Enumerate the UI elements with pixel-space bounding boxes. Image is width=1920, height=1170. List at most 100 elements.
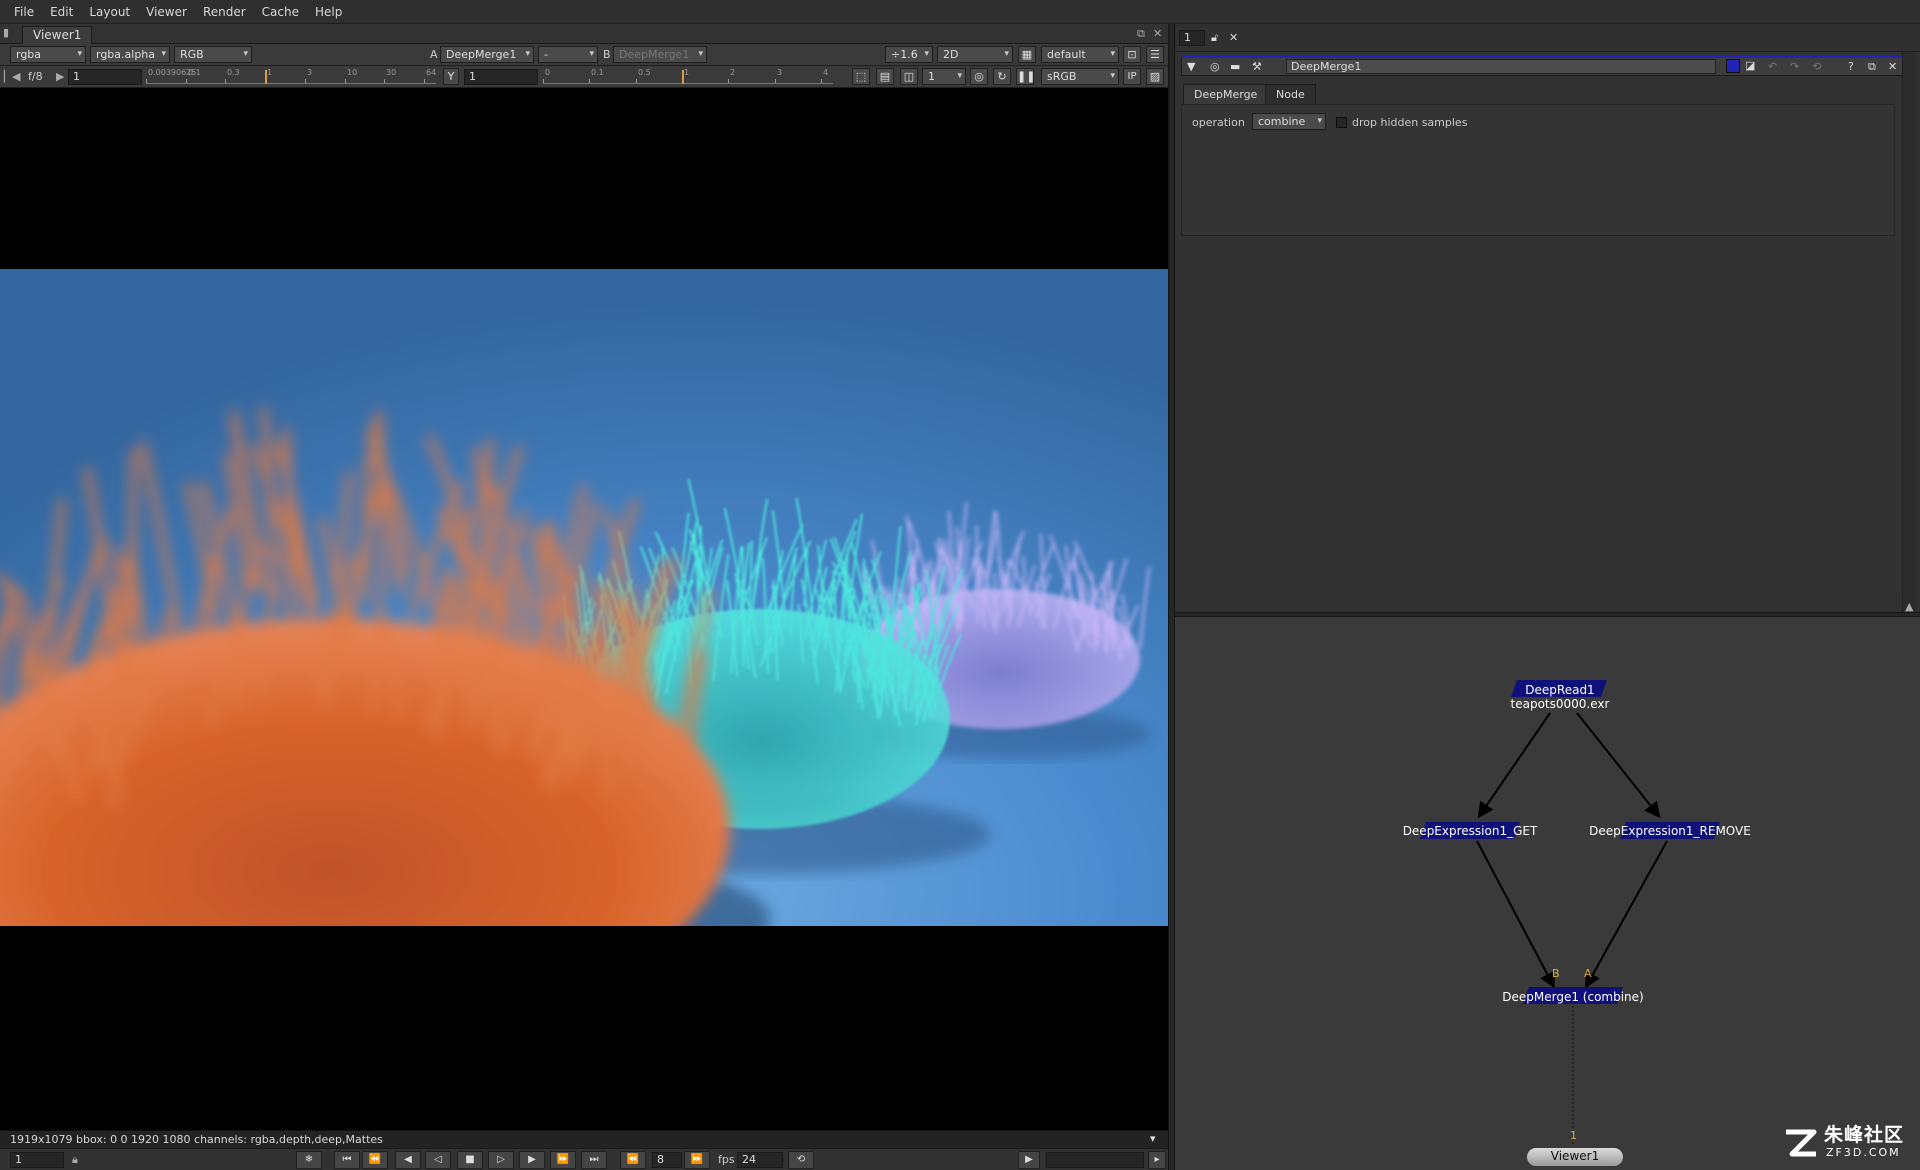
loop-mode-icon[interactable]: ⟲ [788, 1151, 814, 1169]
fps-input[interactable]: 24 [737, 1152, 783, 1168]
tab-viewer1[interactable]: Viewer1 [22, 26, 93, 44]
tab-node[interactable]: Node [1265, 84, 1316, 104]
frame-increment-input[interactable]: 8 [652, 1152, 682, 1168]
snowflake-icon[interactable]: ❄ [296, 1151, 322, 1169]
lut-dropdown[interactable]: default [1041, 46, 1119, 63]
wipe-stripes-icon[interactable]: ▨ [1146, 68, 1164, 85]
input-process-toggle[interactable]: IP [1123, 68, 1141, 85]
max-panels-input[interactable]: 1 [1179, 30, 1205, 46]
play-backward-icon[interactable]: ◁ [425, 1151, 451, 1169]
viewer-input-pin[interactable]: 1 [1570, 1129, 1577, 1142]
view-mode-dropdown[interactable]: 2D [937, 46, 1013, 63]
skip-forward-increment-icon[interactable]: ⏩ [684, 1151, 710, 1169]
slider-tick [146, 79, 147, 83]
zoom-dropdown[interactable]: ÷1.6 [885, 46, 933, 63]
clapper-icon[interactable]: ▦ [1018, 46, 1036, 63]
fstop-value[interactable]: f/8 [28, 69, 43, 84]
slider-tick [543, 79, 544, 83]
merge-input-b-pin[interactable]: B [1552, 967, 1560, 980]
tab-deepmerge[interactable]: DeepMerge [1183, 84, 1269, 104]
close-panel-icon[interactable]: ✕ [1153, 27, 1162, 41]
redo-icon[interactable]: ↷ [1790, 60, 1799, 74]
collapse-icon[interactable]: ▼ [1187, 60, 1195, 74]
view-node-icon[interactable]: ▬ [1230, 60, 1240, 74]
watermark: 朱峰社区 ZF3D.COM [1782, 1124, 1917, 1164]
center-node-icon[interactable]: ◎ [1210, 60, 1220, 74]
fstop-increase-icon[interactable]: ▶ [56, 70, 64, 84]
drop-hidden-samples-checkbox[interactable] [1336, 117, 1347, 128]
viewer-image[interactable] [0, 269, 1168, 926]
operation-dropdown[interactable]: combine [1252, 113, 1326, 130]
previous-frame-icon[interactable]: ◀ [395, 1151, 421, 1169]
channels-dropdown[interactable]: rgba [10, 46, 86, 63]
timeline-toggle-icon[interactable]: ▸ [1148, 1151, 1166, 1169]
menu-render[interactable]: Render [195, 0, 254, 24]
undo-icon[interactable]: ↶ [1768, 60, 1777, 74]
wrench-icon[interactable]: ⚒ [1252, 60, 1262, 74]
menu-edit[interactable]: Edit [42, 0, 81, 24]
last-frame-icon[interactable]: ⏭ [581, 1151, 607, 1169]
node-graph[interactable]: DeepRead1 teapots0000.exr DeepExpression… [1175, 617, 1920, 1170]
menu-viewer[interactable]: Viewer [138, 0, 195, 24]
wipe-operation-dropdown[interactable]: - [538, 46, 598, 63]
gain-slider[interactable]: 0.00390625 0.1 0.3 1 3 10 30 64 [146, 68, 436, 84]
viewer-settings-icon[interactable]: ☰ [1146, 46, 1164, 63]
slider-tick-label: 4 [823, 68, 829, 77]
play-forward-icon[interactable]: ▷ [488, 1151, 514, 1169]
input-b-dropdown[interactable]: DeepMerge1 [613, 46, 707, 63]
colorspace-dropdown[interactable]: sRGB [1041, 68, 1119, 85]
region-icon[interactable]: ⬚ [852, 68, 870, 85]
vertical-splitter[interactable] [1168, 24, 1175, 1170]
menu-file[interactable]: File [6, 0, 42, 24]
display-channels-dropdown[interactable]: RGB [174, 46, 252, 63]
menu-help[interactable]: Help [307, 0, 350, 24]
lock-icon[interactable]: 🔒︎ [72, 1153, 78, 1167]
refresh-icon[interactable]: ↻ [993, 68, 1011, 85]
previous-keyframe-icon[interactable]: ⏪ [362, 1151, 388, 1169]
next-frame-icon[interactable]: ▶ [519, 1151, 545, 1169]
clear-panels-icon[interactable]: ✕ [1229, 31, 1238, 45]
flipbook-icon[interactable]: ▶ [1018, 1151, 1040, 1169]
properties-scrollbar[interactable]: ▲ ▼ [1902, 52, 1916, 634]
node-color-picker-icon[interactable]: ◪ [1745, 59, 1755, 73]
transport-bar: 1 🔒︎ ❄ ⏮ ⏪ ◀ ◁ ■ ▷ ▶ ⏩ ⏭ ⏪ 8 ⏩ fps 24 ⟲ … [0, 1148, 1168, 1170]
slider-tick-label: 2 [730, 68, 736, 77]
gamma-slider[interactable]: 0 0.1 0.5 1 2 3 4 [543, 68, 833, 84]
panel-menu-icon[interactable]: ▮ [3, 26, 9, 40]
watermark-logo-icon [1786, 1129, 1817, 1157]
timeline-range-field[interactable] [1046, 1152, 1144, 1168]
node-name-input[interactable]: DeepMerge1 [1286, 59, 1716, 74]
viewer-toolbar-top: rgba rgba.alpha RGB A DeepMerge1 - B Dee… [0, 44, 1168, 66]
skip-back-increment-icon[interactable]: ⏪ [620, 1151, 646, 1169]
proxy-toggle-icon[interactable]: ◫ [900, 68, 918, 85]
fstop-decrease-icon[interactable]: ◀ [12, 70, 20, 84]
safe-area-icon[interactable]: ▤ [876, 68, 894, 85]
info-bar-dropdown-icon[interactable]: ▾ [1150, 1132, 1156, 1146]
menu-cache[interactable]: Cache [254, 0, 307, 24]
stop-icon[interactable]: ■ [457, 1151, 483, 1169]
first-frame-icon[interactable]: ⏮ [334, 1151, 360, 1169]
merge-input-a-pin[interactable]: A [1584, 967, 1592, 980]
node-color-swatch[interactable] [1726, 59, 1740, 73]
gamma-input[interactable]: 1 [464, 69, 538, 85]
next-keyframe-icon[interactable]: ⏩ [550, 1151, 576, 1169]
help-icon[interactable]: ? [1848, 60, 1854, 74]
alpha-channel-dropdown[interactable]: rgba.alpha [90, 46, 170, 63]
slider-knob[interactable] [265, 70, 267, 84]
current-frame-input[interactable]: 1 [10, 1152, 64, 1168]
pause-region-icon[interactable]: ◎ [970, 68, 988, 85]
gain-input[interactable]: 1 [68, 69, 142, 85]
node-viewer1[interactable]: Viewer1 [1527, 1148, 1623, 1166]
proxy-dropdown[interactable]: 1 [922, 68, 966, 85]
slider-knob[interactable] [682, 70, 684, 84]
lock-panels-icon[interactable]: 🔓︎ [1211, 31, 1218, 45]
close-node-panel-icon[interactable]: ✕ [1888, 60, 1897, 74]
input-a-dropdown[interactable]: DeepMerge1 [440, 46, 534, 63]
gamma-label: Y [443, 68, 459, 85]
revert-icon[interactable]: ⟲ [1812, 60, 1821, 74]
float-panel-icon[interactable]: ⧉ [1137, 27, 1145, 41]
pause-icon[interactable]: ❚❚ [1016, 68, 1035, 85]
menu-layout[interactable]: Layout [81, 0, 138, 24]
float-node-panel-icon[interactable]: ⧉ [1868, 60, 1876, 74]
roi-icon[interactable]: ⊡ [1123, 46, 1141, 63]
